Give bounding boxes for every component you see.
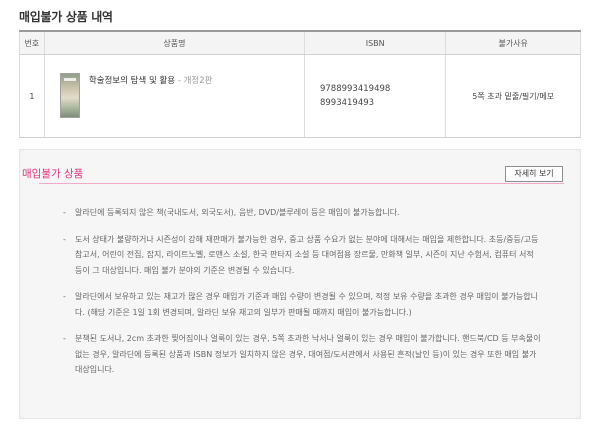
isbn-13: 9788993419498 bbox=[319, 84, 391, 94]
table-row: 1 학술정보의 탐색 및 활용 - 개정2판 9788993419498 899… bbox=[19, 54, 581, 138]
isbn-10: 8993419493 bbox=[319, 98, 375, 108]
product-edition: - 개정2판 bbox=[175, 76, 213, 86]
view-details-button[interactable]: 자세히 보기 bbox=[505, 166, 563, 182]
product-title-link[interactable]: 학술정보의 탐색 및 활용 - 개정2판 bbox=[89, 74, 213, 86]
note-text: 도서 상태가 불량하거나 시즌성이 강해 재판매가 불가능한 경우, 중고 상품… bbox=[75, 234, 539, 275]
notes-list: - 알라딘에 등록되지 않은 책(국내도서, 외국도서), 음반, DVD/블루레… bbox=[63, 205, 543, 389]
header-reason: 불가사유 bbox=[445, 30, 581, 55]
note-text: 알라딘에 등록되지 않은 책(국내도서, 외국도서), 음반, DVD/블루레이… bbox=[75, 208, 400, 217]
isbn-cell: 9788993419498 8993419493 bbox=[303, 54, 447, 138]
note-text: 알라딘에서 보유하고 있는 재고가 많은 경우 매입가 기준과 매입 수량이 변… bbox=[75, 292, 539, 317]
product-cell: 학술정보의 탐색 및 활용 - 개정2판 bbox=[43, 54, 305, 138]
list-item: - 도서 상태가 불량하거나 시즌성이 강해 재판매가 불가능한 경우, 중고 상… bbox=[63, 234, 539, 275]
list-item: - 알라딘에 등록되지 않은 책(국내도서, 외국도서), 음반, DVD/블루레… bbox=[63, 208, 400, 217]
header-number: 번호 bbox=[19, 30, 45, 55]
note-text: 분책된 도서나, 2cm 초과한 찢어짐이나 얼룩이 있는 경우, 5쪽 초과한… bbox=[75, 334, 541, 374]
reason-cell: 5쪽 초과 밑줄/필기/메모 bbox=[445, 54, 581, 138]
header-product-name: 상품명 bbox=[43, 30, 305, 55]
header-isbn: ISBN bbox=[303, 30, 447, 55]
list-item: - 알라딘에서 보유하고 있는 재고가 많은 경우 매입가 기준과 매입 수량이 … bbox=[63, 292, 539, 317]
row-number: 1 bbox=[19, 54, 45, 138]
product-name[interactable]: 학술정보의 탐색 및 활용 bbox=[89, 76, 175, 86]
table-header-row: 번호 상품명 ISBN 불가사유 bbox=[19, 30, 581, 55]
page-title: 매입불가 상품 내역 bbox=[19, 10, 113, 24]
divider bbox=[39, 183, 564, 184]
non-purchasable-table: 번호 상품명 ISBN 불가사유 1 학술정보의 탐색 및 활용 - 개정2판 … bbox=[19, 30, 581, 138]
book-cover-image[interactable] bbox=[59, 73, 80, 118]
list-item: - 분책된 도서나, 2cm 초과한 찢어짐이나 얼룩이 있는 경우, 5쪽 초과… bbox=[63, 334, 541, 374]
info-box-title: 매입불가 상품 bbox=[22, 168, 84, 180]
